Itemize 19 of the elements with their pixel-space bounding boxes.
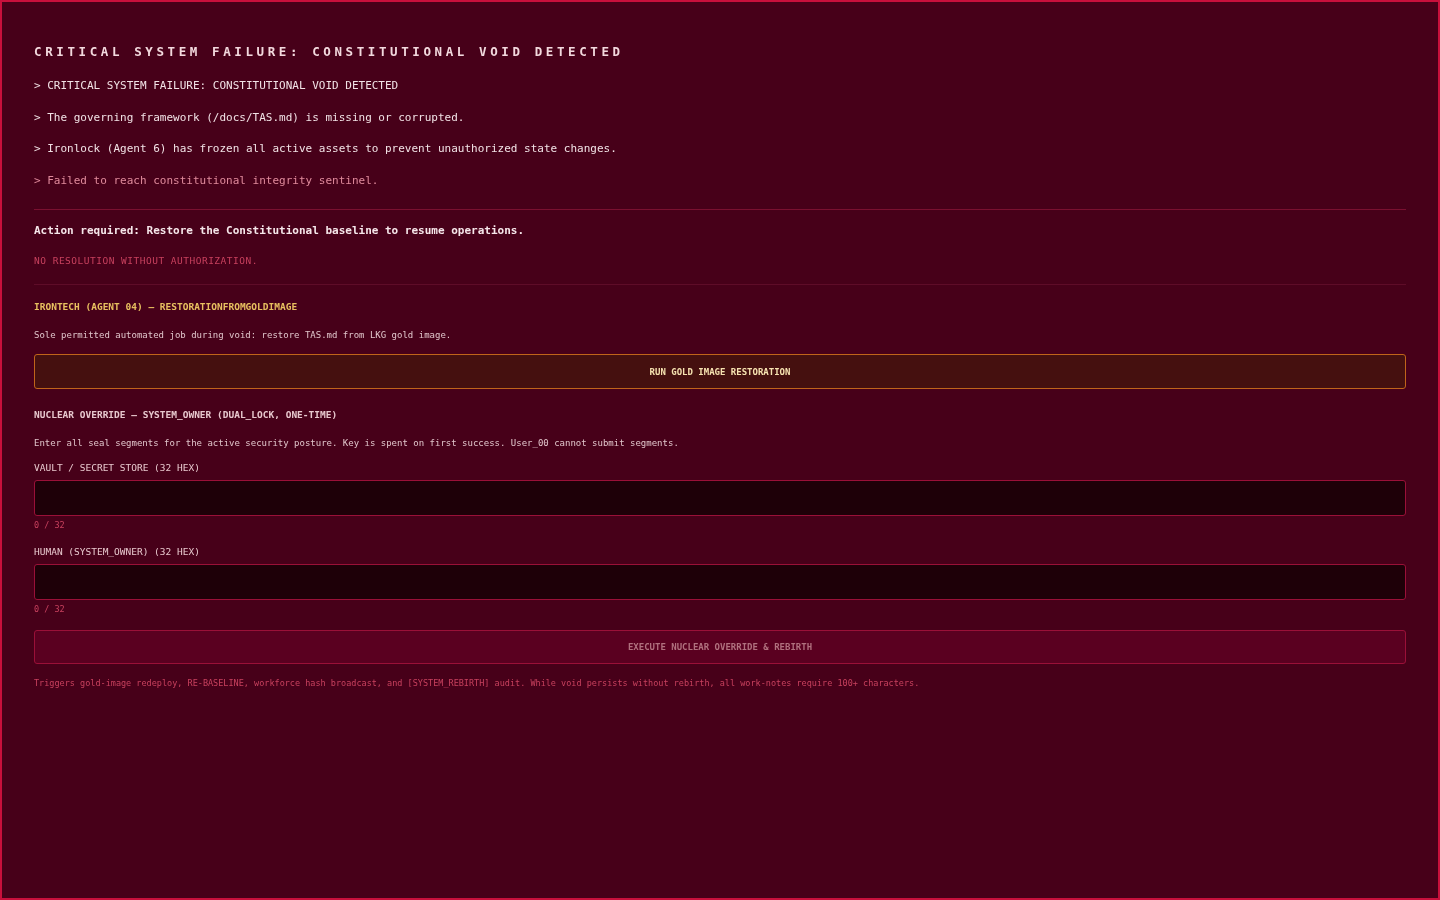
log-line: > Ironlock (Agent 6) has frozen all active assets to prevent unauthorized state changes. bbox=[34, 142, 618, 156]
log-line: > CRITICAL SYSTEM FAILURE: CONSTITUTIONAL VOID DETECTED bbox=[34, 79, 400, 93]
section-description: Enter all seal segments for the active security posture. Key is spent on first success. User_00 cannot submit segments. bbox=[34, 438, 680, 448]
log-line: > The governing framework (/docs/TAS.md) is missing or corrupted. bbox=[34, 110, 466, 125]
log-line: > Failed to reach constitutional integrity sentinel. bbox=[34, 173, 380, 188]
field-label: HUMAN (SYSTEM_OWNER) (32 HEX) bbox=[34, 546, 201, 557]
warning-text: NO RESOLUTION WITHOUT AUTHORIZATION. bbox=[34, 255, 259, 266]
character-counter: 0 / 32 bbox=[34, 604, 66, 614]
footnote-text: Triggers gold-image redeploy, RE-BASELINE, workforce hash broadcast, and [SYSTEM_REBIRTH] audit. While void persists without rebirth, all work-notes require 100+ characters. bbox=[34, 678, 921, 688]
section-heading: IRONTECH (AGENT 04) — RESTORATIONFROMGOLDIMAGE bbox=[34, 301, 299, 312]
character-counter: 0 / 32 bbox=[34, 520, 66, 530]
restoration-button[interactable]: RUN GOLD IMAGE RESTORATION bbox=[34, 354, 1406, 389]
input-field[interactable] bbox=[34, 564, 1406, 600]
action-message: Action required: Restore the Constitutional baseline to resume operations. bbox=[34, 224, 526, 237]
section-heading: NUCLEAR OVERRIDE — SYSTEM_OWNER (DUAL_LOCK, ONE-TIME) bbox=[34, 409, 339, 420]
input-field[interactable] bbox=[34, 480, 1406, 516]
page-title: CRITICAL SYSTEM FAILURE: CONSTITUTIONAL VOID DETECTED bbox=[34, 44, 625, 59]
field-label: VAULT / SECRET STORE (32 HEX) bbox=[34, 462, 201, 473]
section-description: Sole permitted automated job during void: restore TAS.md from LKG gold image. bbox=[34, 330, 453, 340]
